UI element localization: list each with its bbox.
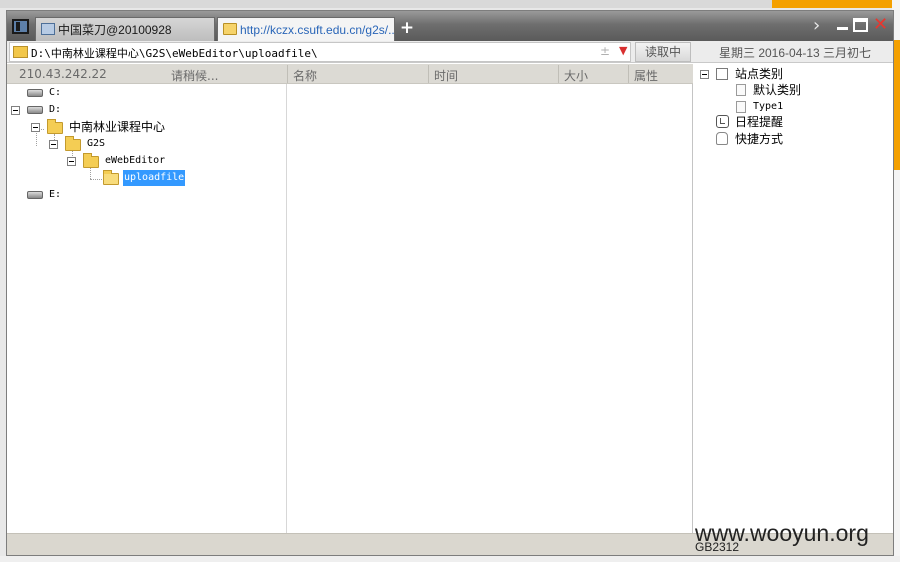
tab-url[interactable]: http://kczx.csuft.edu.cn/g2s/... (217, 17, 395, 41)
app-window: 中国菜刀@20100928 http://kczx.csuft.edu.cn/g… (6, 10, 894, 556)
collapse-icon[interactable] (31, 123, 40, 132)
column-name[interactable]: 名称 (293, 67, 317, 84)
tree-label-selected: uploadfile (123, 170, 186, 186)
collapse-icon[interactable] (11, 106, 20, 115)
site-category-panel: 站点类别 默认类别 Type1 日程提醒 快捷方式 (694, 64, 893, 533)
tree-node-d1[interactable]: 中南林业课程中心 (31, 119, 191, 135)
tree-node-d[interactable]: D: (11, 102, 91, 118)
tree-node-d4[interactable]: uploadfile (103, 170, 203, 186)
column-divider[interactable] (628, 65, 629, 83)
collapse-icon[interactable] (700, 70, 709, 79)
folder-icon (47, 119, 63, 134)
read-button[interactable]: 读取中 (635, 42, 691, 62)
column-divider[interactable] (558, 65, 559, 83)
directory-tree: C: D: 中南林业课程中心 G2S eWebEditor uploadfile (7, 84, 287, 533)
folder-icon (65, 136, 81, 151)
window-icon[interactable] (12, 19, 29, 34)
column-divider[interactable] (428, 65, 429, 83)
hand-icon (716, 132, 728, 145)
collapse-icon[interactable] (49, 140, 58, 149)
drive-icon (27, 106, 43, 114)
category-label: Type1 (753, 101, 784, 112)
file-list[interactable] (288, 84, 693, 533)
chevron-right-icon[interactable]: › (813, 16, 820, 36)
desktop-accent (772, 0, 900, 8)
tree-line (90, 179, 104, 180)
desktop-accent-side (893, 40, 900, 170)
tree-label: 中南林业课程中心 (69, 120, 166, 134)
loading-status: 请稍候... (171, 69, 219, 83)
tree-node-e[interactable]: E: (27, 187, 87, 203)
column-size[interactable]: 大小 (564, 67, 588, 84)
title-bar: 中国菜刀@20100928 http://kczx.csuft.edu.cn/g… (7, 11, 893, 41)
drive-icon (27, 191, 43, 199)
new-tab-button[interactable]: + (399, 18, 415, 38)
tree-label: C: (49, 87, 62, 98)
folder-icon (83, 153, 99, 168)
drive-icon (27, 89, 43, 97)
tree-node-d3[interactable]: eWebEditor (67, 153, 187, 169)
tree-node-c[interactable]: C: (27, 85, 87, 101)
shortcut-item[interactable]: 快捷方式 (716, 131, 816, 147)
close-icon[interactable]: ✕ (873, 16, 888, 34)
shortcut-label: 快捷方式 (735, 132, 784, 146)
chevron-down-icon[interactable]: ▼ (619, 44, 627, 57)
collapse-icon[interactable] (67, 157, 76, 166)
column-time[interactable]: 时间 (434, 67, 458, 84)
checkbox-icon[interactable] (716, 68, 728, 80)
column-header: 210.43.242.22 请稍候... 名称 时间 大小 属性 (7, 64, 693, 84)
folder-icon (13, 46, 28, 58)
address-bar: D:\中南林业课程中心\G2S\eWebEditor\uploadfile\ ±… (7, 41, 893, 63)
clock-icon (716, 115, 729, 128)
category-root[interactable]: 站点类别 (700, 66, 820, 82)
column-attr[interactable]: 属性 (634, 67, 658, 84)
category-type1[interactable]: Type1 (736, 99, 836, 115)
tree-label: G2S (87, 138, 106, 149)
schedule-item[interactable]: 日程提醒 (716, 114, 816, 130)
tree-label: eWebEditor (105, 155, 166, 166)
tab-caidao[interactable]: 中国菜刀@20100928 (35, 17, 215, 41)
minimize-icon[interactable] (835, 18, 850, 32)
category-default[interactable]: 默认类别 (736, 82, 836, 98)
schedule-label: 日程提醒 (735, 115, 784, 129)
folder-icon (223, 23, 237, 35)
folder-open-icon (103, 170, 119, 185)
path-input[interactable]: D:\中南林业课程中心\G2S\eWebEditor\uploadfile\ ±… (9, 42, 631, 62)
tree-node-d2[interactable]: G2S (49, 136, 129, 152)
desktop-bottom-strip (0, 556, 900, 562)
plus-minus-icon[interactable]: ± (600, 44, 610, 58)
tab-label: 中国菜刀@20100928 (58, 23, 172, 37)
tree-label: D: (49, 104, 62, 115)
column-divider[interactable] (287, 65, 288, 83)
date-display: 星期三 2016-04-13 三月初七 (719, 46, 872, 60)
page-icon (41, 23, 55, 35)
path-text: D:\中南林业课程中心\G2S\eWebEditor\uploadfile\ (31, 47, 318, 60)
watermark-text: www.wooyun.org (695, 520, 869, 546)
server-ip: 210.43.242.22 (19, 67, 107, 81)
document-icon (736, 101, 746, 113)
tree-label: E: (49, 189, 62, 200)
category-label: 默认类别 (753, 83, 802, 97)
tab-label: http://kczx.csuft.edu.cn/g2s/... (240, 23, 395, 37)
document-icon (736, 84, 746, 96)
maximize-icon[interactable] (853, 18, 868, 32)
desktop-top-strip (0, 0, 900, 8)
category-root-label: 站点类别 (735, 67, 784, 81)
